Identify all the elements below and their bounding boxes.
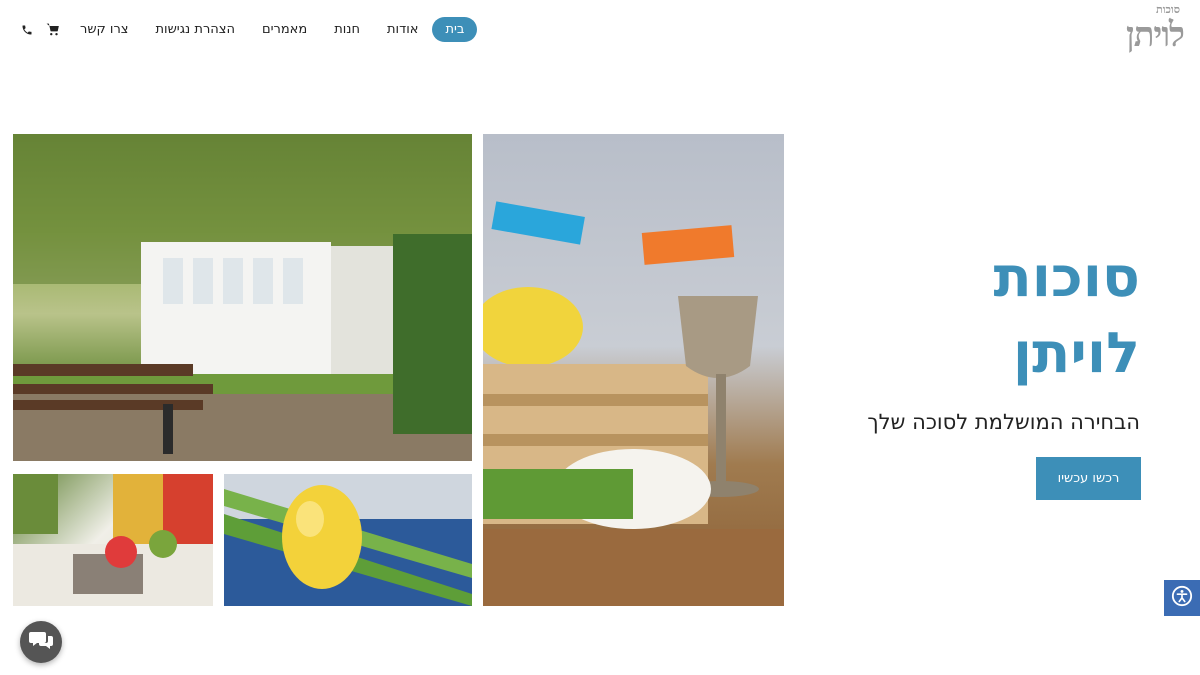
nav-item-accessibility[interactable]: הצהרת נגישות [143,17,248,42]
hero-subtitle: הבחירה המושלמת לסוכה שלך [867,410,1140,434]
hero-title: סוכות לויתן [840,240,1140,392]
logo-big-text: לויתן [1126,15,1185,55]
buy-now-button[interactable]: רכשו עכשיו [1036,457,1141,500]
hero-title-line1: סוכות [993,245,1140,310]
accessibility-icon [1171,585,1193,611]
site-logo[interactable]: סוכות לויתן [1120,4,1190,56]
hero-title-line2: לויתן [1012,321,1140,386]
nav-item-about[interactable]: אודות [374,17,431,42]
site-header: סוכות לויתן צרו קשר הצהרת נגישות מאמרים … [0,0,1200,62]
accessibility-button[interactable] [1164,580,1200,616]
phone-icon[interactable] [20,23,34,37]
nav-item-shop[interactable]: חנות [321,17,373,42]
etrog-photo [224,474,472,606]
chat-icon [29,630,53,654]
nav-item-contact[interactable]: צרו קשר [67,17,142,42]
cart-icon[interactable] [46,23,60,37]
sukkah-photo [13,134,472,461]
main-nav: צרו קשר הצהרת נגישות מאמרים חנות אודות ב… [14,17,478,42]
nav-item-home[interactable]: בית [432,17,478,42]
table-setting-photo [13,474,213,606]
kiddush-cup-photo [483,134,784,606]
chat-widget-button[interactable] [20,621,62,663]
nav-item-articles[interactable]: מאמרים [249,17,320,42]
